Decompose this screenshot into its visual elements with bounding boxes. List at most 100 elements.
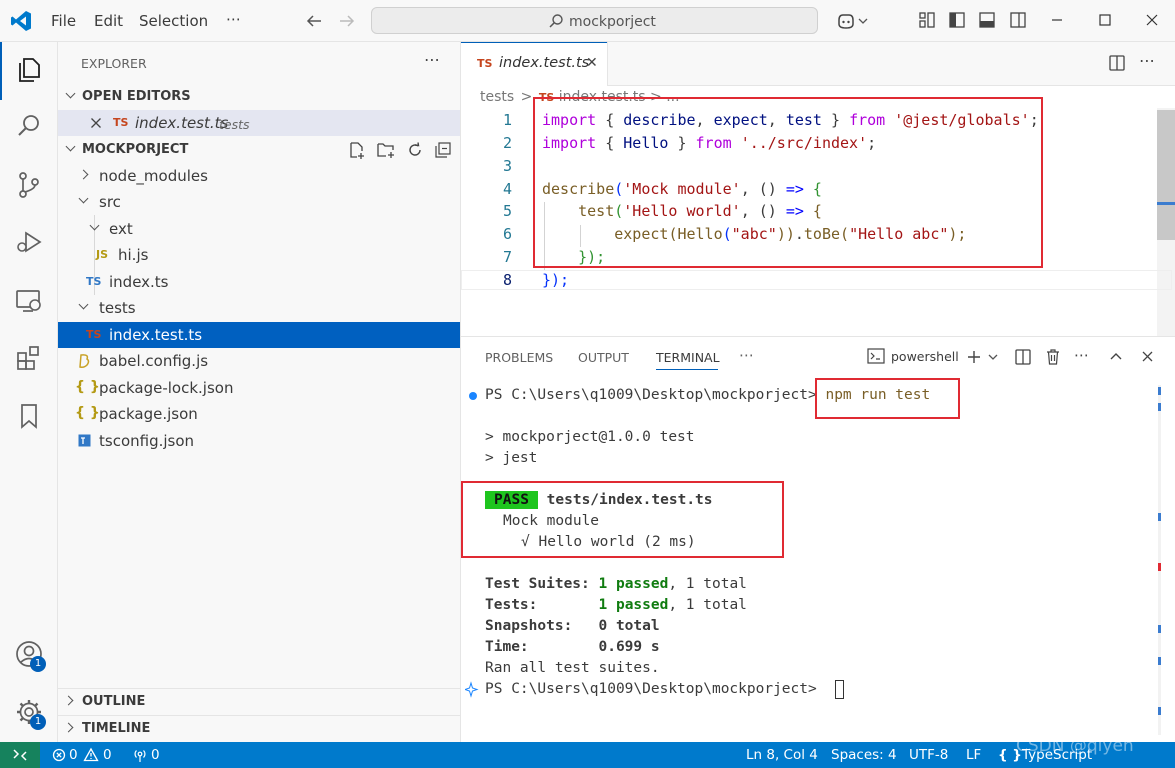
new-file-icon[interactable]: [348, 141, 366, 159]
tree-file-tsconfig[interactable]: tsconfig.json: [58, 428, 460, 454]
encoding[interactable]: UTF-8: [909, 747, 948, 763]
tab-index-test-ts[interactable]: TS index.test.ts ✕: [461, 42, 608, 86]
breadcrumb-folder[interactable]: tests: [480, 89, 514, 105]
tree-file-index-ts[interactable]: TS index.ts: [58, 269, 460, 295]
close-panel-icon[interactable]: [1141, 350, 1154, 363]
search-text: mockporject: [569, 14, 656, 30]
back-arrow-icon[interactable]: [305, 13, 323, 29]
minimize-icon[interactable]: [1050, 13, 1064, 27]
terminal-line: > jest: [485, 450, 538, 466]
open-editor-item[interactable]: TS index.test.ts tests: [58, 110, 460, 136]
customize-layout-icon[interactable]: [918, 11, 936, 29]
chevron-down-icon: [78, 299, 89, 310]
tree-folder-tests[interactable]: tests: [58, 295, 460, 321]
tree-folder-node-modules[interactable]: node_modules: [58, 163, 460, 189]
copilot-icon[interactable]: [836, 11, 856, 31]
terminal-line: Tests: 1 passed, 1 total: [485, 597, 747, 613]
tree-file-package-lock[interactable]: { } package-lock.json: [58, 375, 460, 401]
new-folder-icon[interactable]: [376, 141, 396, 159]
typescript-file-icon: TS: [86, 328, 102, 341]
breadcrumb-separator: >: [520, 89, 533, 105]
tab-active-underline: [656, 369, 718, 370]
toggle-panel-icon[interactable]: [978, 11, 996, 29]
tab-terminal[interactable]: TERMINAL: [656, 350, 720, 365]
menu-edit[interactable]: Edit: [94, 12, 123, 30]
split-terminal-icon[interactable]: [1014, 348, 1032, 366]
tree-file-babel-config[interactable]: babel.config.js: [58, 348, 460, 374]
indentation[interactable]: Spaces: 4: [831, 747, 897, 763]
extensions-icon[interactable]: [13, 342, 45, 374]
warning-icon: [83, 747, 99, 762]
toggle-secondary-sidebar-icon[interactable]: [1009, 11, 1027, 29]
editor-scrollbar-thumb[interactable]: [1157, 110, 1175, 240]
tree-folder-ext[interactable]: ext: [58, 216, 460, 242]
close-icon[interactable]: [90, 117, 102, 129]
explorer-sidebar: EXPLORER ⋯ OPEN EDITORS TS index.test.ts…: [58, 42, 461, 742]
editor-tab-bar: TS index.test.ts ✕ ⋯: [461, 42, 1175, 86]
menu-more-button[interactable]: ⋯: [226, 10, 241, 28]
remote-explorer-icon[interactable]: [13, 285, 45, 317]
error-count: 0: [69, 747, 78, 763]
run-debug-icon[interactable]: [13, 226, 45, 258]
terminal-icon: [867, 348, 885, 364]
project-header[interactable]: MOCKPORJECT: [58, 137, 460, 163]
tab-output[interactable]: OUTPUT: [578, 350, 629, 365]
tab-label: index.test.ts: [499, 55, 590, 71]
new-terminal-icon[interactable]: [966, 349, 982, 365]
timeline-header[interactable]: TIMELINE: [58, 716, 460, 742]
terminal-line: Time: 0.699 s: [485, 639, 660, 655]
command-center-search[interactable]: mockporject: [371, 7, 818, 34]
chevron-down-icon[interactable]: [858, 17, 868, 25]
tree-file-package-json[interactable]: { } package.json: [58, 401, 460, 427]
bookmarks-icon[interactable]: [13, 400, 45, 432]
refresh-icon[interactable]: [406, 141, 424, 159]
manage-badge: 1: [30, 714, 46, 730]
cursor-position[interactable]: Ln 8, Col 4: [746, 747, 818, 763]
chevron-down-icon[interactable]: [988, 353, 998, 361]
remote-indicator[interactable]: [0, 742, 40, 768]
chevron-down-icon: [89, 220, 100, 231]
command-success-decoration[interactable]: [469, 392, 477, 400]
vscode-logo-icon: [11, 11, 31, 31]
menu-selection[interactable]: Selection: [139, 12, 208, 30]
terminal-shell-name[interactable]: powershell: [891, 349, 959, 364]
broadcast-icon: [134, 750, 146, 762]
tab-close-icon[interactable]: ✕: [586, 55, 598, 71]
editor-more-button[interactable]: ⋯: [1139, 51, 1155, 70]
panel-more-button[interactable]: ⋯: [739, 346, 754, 364]
tree-file-index-test-ts[interactable]: TS index.test.ts: [58, 322, 460, 348]
explorer-icon[interactable]: [13, 53, 45, 85]
search-view-icon[interactable]: [13, 110, 45, 142]
tab-problems[interactable]: PROBLEMS: [485, 350, 553, 365]
close-window-icon[interactable]: [1145, 13, 1159, 27]
activity-bar: 1 1: [0, 42, 58, 742]
collapse-all-icon[interactable]: [434, 141, 452, 159]
chevron-down-icon: [65, 88, 76, 99]
source-control-icon[interactable]: [13, 169, 45, 201]
toggle-primary-sidebar-icon[interactable]: [948, 11, 966, 29]
tree-label: index.test.ts: [109, 326, 203, 344]
menu-file[interactable]: File: [51, 12, 76, 30]
split-editor-icon[interactable]: [1108, 54, 1126, 72]
trash-icon[interactable]: [1044, 348, 1062, 366]
open-editors-title: OPEN EDITORS: [82, 89, 191, 104]
sparkle-icon[interactable]: [465, 681, 481, 699]
terminal-more-button[interactable]: ⋯: [1074, 346, 1089, 364]
terminal-line-prompt-2[interactable]: PS C:\Users\q1009\Desktop\mockporject>: [485, 681, 825, 697]
tree-file-hi-js[interactable]: JS hi.js: [58, 242, 460, 268]
terminal-scrollbar[interactable]: [1158, 385, 1161, 735]
terminal-line: Ran all test suites.: [485, 660, 660, 676]
tree-label: hi.js: [118, 246, 149, 264]
maximize-icon[interactable]: [1098, 13, 1112, 27]
chevron-right-icon: [78, 169, 89, 180]
maximize-panel-icon[interactable]: [1109, 351, 1123, 361]
explorer-more-button[interactable]: ⋯: [424, 50, 440, 69]
forward-arrow-icon[interactable]: [338, 13, 356, 29]
typescript-file-icon: TS: [113, 116, 129, 129]
tree-folder-src[interactable]: src: [58, 189, 460, 215]
open-editors-header[interactable]: OPEN EDITORS: [58, 84, 460, 110]
outline-header[interactable]: OUTLINE: [58, 689, 460, 715]
terminal-line: > mockporject@1.0.0 test: [485, 429, 695, 445]
scrollbar-marker: [1158, 387, 1161, 395]
end-of-line[interactable]: LF: [966, 747, 981, 763]
